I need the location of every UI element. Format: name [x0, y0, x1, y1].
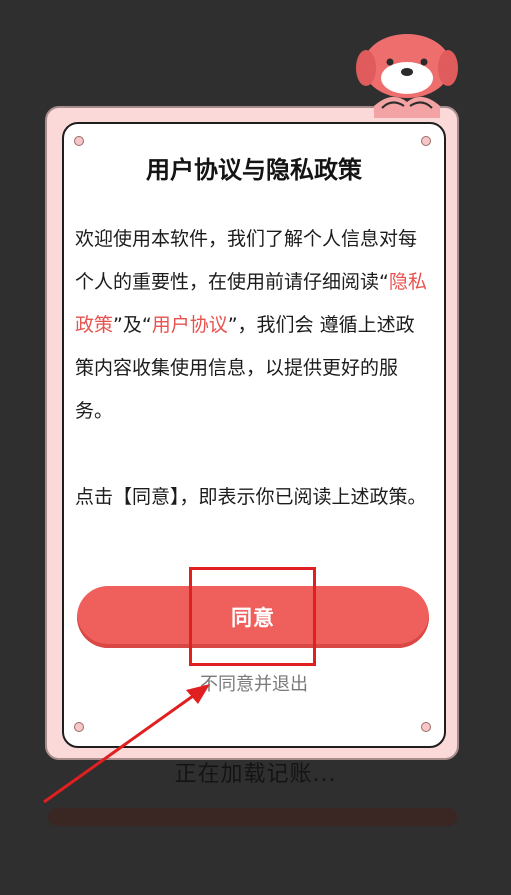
quote-open: “ [379, 271, 389, 293]
policy-paragraph: 欢迎使用本软件，我们了解个人信息对每个人的重要性，在使用前请仔细阅读“隐私政策”… [75, 218, 427, 433]
rivet-icon [421, 136, 431, 146]
dialog-body: 欢迎使用本软件，我们了解个人信息对每个人的重要性，在使用前请仔细阅读“隐私政策”… [75, 218, 427, 519]
decline-exit-link[interactable]: 不同意并退出 [62, 670, 446, 696]
user-agreement-link[interactable]: 用户协议 [152, 314, 228, 336]
consent-note: 点击【同意】，即表示你已阅读上述政策。 [75, 486, 427, 508]
intro-text: 欢迎使用本软件，我们了解个人信息对每个人的重要性，在使用前请仔细阅读 [75, 228, 418, 293]
dialog-title: 用户协议与隐私政策 [146, 156, 362, 184]
joiner-text: ”及“ [113, 314, 152, 336]
app-screen: 正在加载记账... 用户协议与隐私政策 欢迎使用本软件，我们了解个人信息对每个人… [0, 0, 511, 895]
rivet-icon [74, 136, 84, 146]
rivet-icon [421, 722, 431, 732]
annotation-highlight-box [189, 567, 316, 666]
loading-progress-bar [48, 808, 457, 826]
loading-text: 正在加载记账... [174, 762, 337, 787]
mascot-icon [356, 34, 458, 118]
rivet-icon [74, 722, 84, 732]
